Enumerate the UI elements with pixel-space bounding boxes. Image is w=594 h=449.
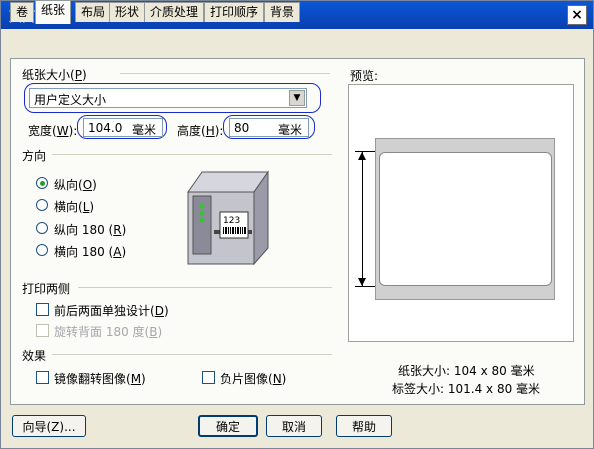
chevron-down-icon[interactable]: ▼ xyxy=(289,90,305,106)
tab-roll[interactable]: 卷 xyxy=(10,2,35,22)
portrait-label[interactable]: 纵向(O) xyxy=(54,176,97,193)
preview-title: 预览: xyxy=(350,69,379,83)
height-dimension-line xyxy=(362,152,363,286)
group-divider xyxy=(120,73,330,74)
help-button[interactable]: 帮助 xyxy=(336,415,392,437)
mirror-image-checkbox[interactable] xyxy=(36,371,49,384)
width-label: 宽度(W): xyxy=(28,124,78,138)
paper-size-info: 纸张大小: 104 x 80 毫米 xyxy=(398,364,535,378)
height-input[interactable]: 80 毫米 xyxy=(229,118,309,137)
arrow-up-icon xyxy=(358,152,366,160)
rotate-back-label: 旋转背面 180 度(B) xyxy=(54,325,163,339)
cancel-button[interactable]: 取消 xyxy=(266,415,322,437)
landscape-180-label[interactable]: 横向 180 (A) xyxy=(54,243,126,260)
negative-image-checkbox[interactable] xyxy=(202,371,215,384)
separate-sides-checkbox[interactable] xyxy=(36,303,49,316)
group-divider xyxy=(78,287,332,288)
width-unit: 毫米 xyxy=(131,123,156,137)
paper-size-group-label: 纸张大小(P) xyxy=(22,68,87,82)
ok-button[interactable]: 确定 xyxy=(198,415,258,437)
label-printer-icon: 123 xyxy=(187,170,269,266)
tab-shape[interactable]: 形状 xyxy=(109,2,146,22)
dimension-tick xyxy=(355,286,375,287)
landscape-radio[interactable] xyxy=(36,199,48,211)
label-preview xyxy=(379,152,552,286)
height-unit: 毫米 xyxy=(277,123,302,137)
group-divider xyxy=(52,354,332,355)
portrait-radio[interactable] xyxy=(36,177,48,189)
height-value: 80 xyxy=(234,121,250,135)
rotate-back-checkbox xyxy=(36,324,49,337)
group-divider xyxy=(52,154,332,155)
tab-background[interactable]: 背景 xyxy=(264,2,301,22)
height-label: 高度(H): xyxy=(177,124,224,138)
tab-media-handling[interactable]: 介质处理 xyxy=(144,2,205,22)
label-size-info: 标签大小: 101.4 x 80 毫米 xyxy=(392,382,541,396)
tab-paper[interactable]: 纸张 xyxy=(35,0,72,24)
effects-group-label: 效果 xyxy=(22,349,47,363)
portrait-180-label[interactable]: 纵向 180 (R) xyxy=(54,221,126,238)
orientation-group-label: 方向 xyxy=(22,149,47,163)
landscape-180-radio[interactable] xyxy=(36,244,48,256)
close-button[interactable]: × xyxy=(567,5,587,25)
paper-size-select[interactable]: 用户定义大小 ▼ xyxy=(29,88,307,108)
tab-print-order[interactable]: 打印顺序 xyxy=(204,2,265,22)
negative-image-label[interactable]: 负片图像(N) xyxy=(220,370,286,387)
mirror-image-label[interactable]: 镜像翻转图像(M) xyxy=(54,370,146,387)
arrow-down-icon xyxy=(358,278,366,286)
width-value: 104.0 xyxy=(88,121,123,135)
paper-size-value: 用户定义大小 xyxy=(34,93,107,107)
tab-layout[interactable]: 布局 xyxy=(75,2,112,22)
duplex-group-label: 打印两侧 xyxy=(22,282,71,296)
portrait-180-radio[interactable] xyxy=(36,222,48,234)
label-number: 123 xyxy=(223,216,240,226)
close-icon: × xyxy=(571,7,583,23)
separate-sides-label[interactable]: 前后两面单独设计(D) xyxy=(54,302,169,319)
width-input[interactable]: 104.0 毫米 xyxy=(83,118,163,137)
wizard-button[interactable]: 向导(Z)... xyxy=(12,415,86,437)
landscape-label[interactable]: 横向(L) xyxy=(54,198,94,215)
